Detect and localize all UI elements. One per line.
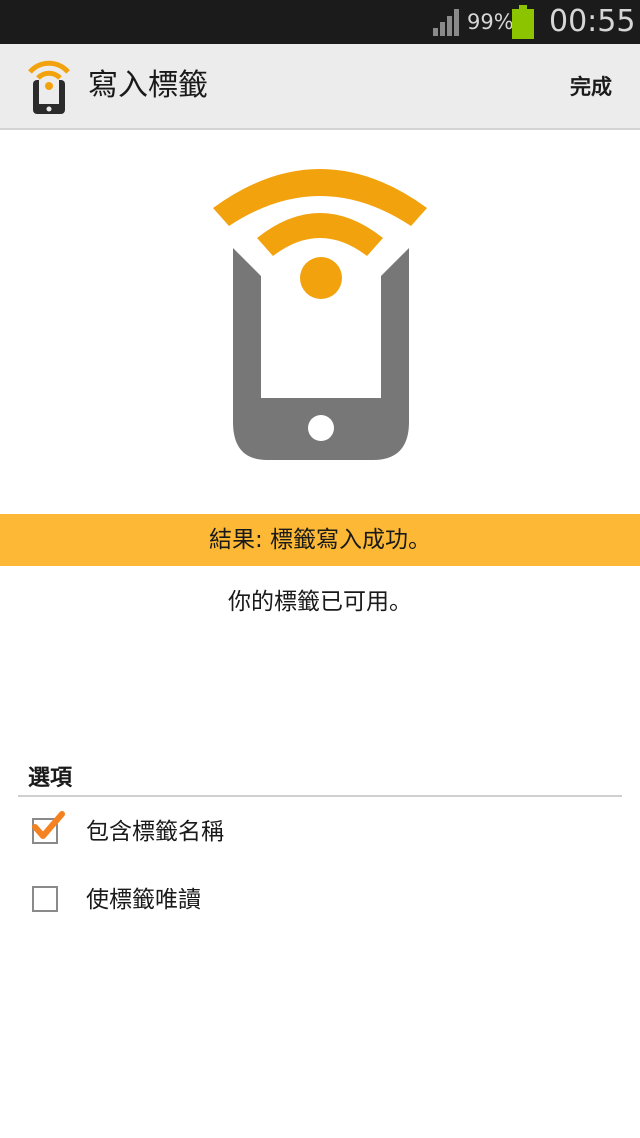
done-button[interactable]: 完成: [570, 72, 612, 102]
option-label: 包含標籤名稱: [86, 819, 224, 845]
nfc-phone-icon: [28, 60, 70, 114]
result-message: 你的標籤已可用。: [228, 589, 412, 615]
checkmark-icon: [32, 811, 65, 839]
page-title: 寫入標籤: [88, 68, 208, 103]
status-bar: 99% 00:55: [0, 0, 640, 44]
result-banner: 結果: 標籤寫入成功。: [0, 514, 640, 566]
clock: 00:55: [549, 4, 636, 39]
action-bar: 寫入標籤 完成: [0, 44, 640, 130]
option-label: 使標籤唯讀: [86, 887, 201, 913]
signal-icon: [433, 9, 459, 36]
options-header: 選項: [28, 766, 73, 791]
nfc-phone-icon: [213, 169, 427, 460]
option-include-tag-name[interactable]: 包含標籤名稱: [0, 802, 640, 862]
battery-percent: 99%: [467, 10, 514, 34]
option-make-read-only[interactable]: 使標籤唯讀: [0, 870, 640, 930]
checkbox[interactable]: [32, 886, 58, 912]
options-divider: [18, 795, 622, 797]
battery-icon: [512, 5, 534, 39]
